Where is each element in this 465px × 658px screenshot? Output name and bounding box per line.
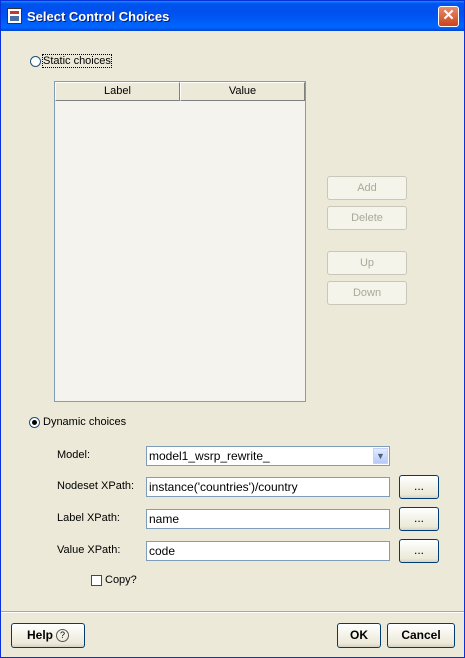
down-button[interactable]: Down <box>327 281 407 305</box>
value-xpath-label: Value XPath: <box>57 544 121 556</box>
label-xpath-label: Label XPath: <box>57 512 120 524</box>
nodeset-xpath-input[interactable]: instance('countries')/country <box>146 477 390 497</box>
ok-button[interactable]: OK <box>337 623 381 648</box>
title-bar[interactable]: Select Control Choices ✕ <box>1 1 464 31</box>
close-button[interactable]: ✕ <box>438 6 459 27</box>
nodeset-browse-button[interactable]: ... <box>399 475 439 499</box>
copy-checkbox[interactable] <box>91 575 102 586</box>
up-button[interactable]: Up <box>327 251 407 275</box>
dynamic-choices-label[interactable]: Dynamic choices <box>43 416 126 428</box>
static-choices-table[interactable]: Label Value <box>54 81 306 402</box>
dialog-title: Select Control Choices <box>27 9 170 24</box>
value-xpath-input[interactable]: code <box>146 541 390 561</box>
static-choices-radio[interactable] <box>30 56 41 67</box>
help-button[interactable]: Help? <box>11 623 85 648</box>
app-icon <box>7 8 22 24</box>
dialog-window: Select Control Choices ✕ Static choices … <box>0 0 465 658</box>
nodeset-xpath-label: Nodeset XPath: <box>57 480 135 492</box>
model-select[interactable]: model1_wsrp_rewrite_ ▼ <box>146 446 390 466</box>
column-header-value[interactable]: Value <box>180 82 305 101</box>
copy-label[interactable]: Copy? <box>105 574 137 586</box>
model-label: Model: <box>57 449 91 461</box>
cancel-button[interactable]: Cancel <box>387 623 455 648</box>
help-icon: ? <box>56 629 69 643</box>
dynamic-choices-radio[interactable] <box>29 417 40 428</box>
chevron-down-icon[interactable]: ▼ <box>373 448 388 464</box>
delete-button[interactable]: Delete <box>327 206 407 230</box>
label-browse-button[interactable]: ... <box>399 507 439 531</box>
static-choices-label[interactable]: Static choices <box>42 54 112 68</box>
footer-divider <box>1 611 464 613</box>
add-button[interactable]: Add <box>327 176 407 200</box>
value-browse-button[interactable]: ... <box>399 539 439 563</box>
model-select-value: model1_wsrp_rewrite_ <box>149 449 270 463</box>
help-label: Help <box>26 628 53 642</box>
label-xpath-input[interactable]: name <box>146 509 390 529</box>
column-header-label[interactable]: Label <box>55 82 180 101</box>
